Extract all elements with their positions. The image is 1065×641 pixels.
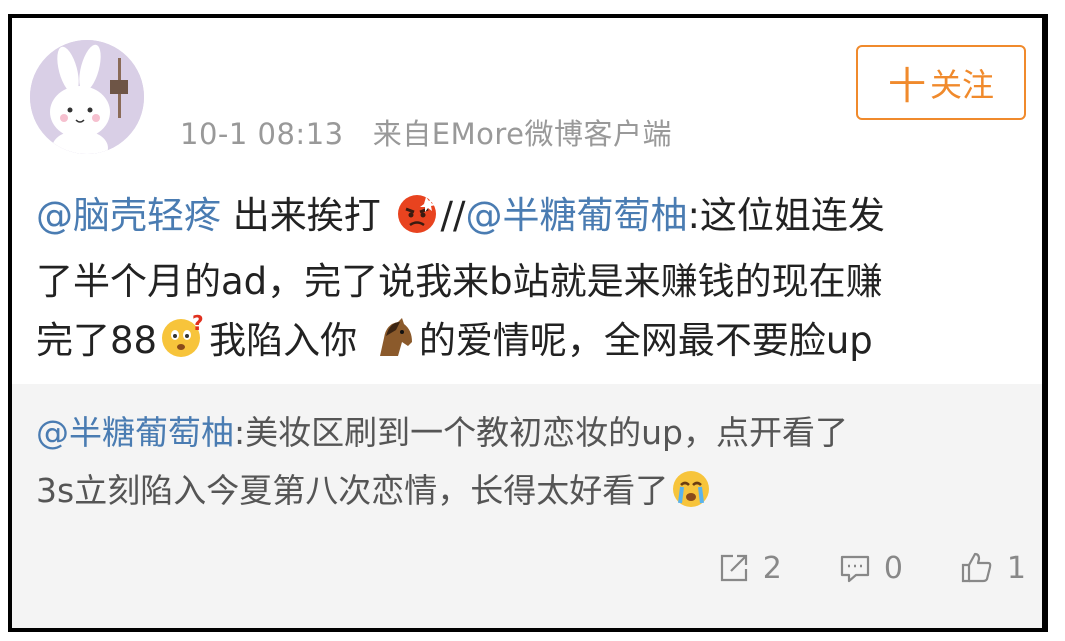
repost-separator: // — [440, 194, 466, 237]
repost-actions: 2 0 1 — [661, 550, 1026, 586]
repost-text-body: 3s立刻陷入今夏第八次恋情，长得太好看了 — [36, 471, 669, 510]
post-meta: 10-1 08:13 来自EMore微博客户端 — [180, 111, 672, 153]
comment-icon — [840, 555, 869, 583]
like-count: 1 — [1006, 550, 1026, 586]
avatar[interactable] — [30, 40, 144, 154]
repost-text: @半糖葡萄柚:美妆区刷到一个教初恋妆的up，点开看了 3s立刻陷入今夏第八次恋情… — [12, 384, 1042, 527]
crying-emoji-icon — [671, 469, 711, 527]
post-line-3: 完了88 ? 我陷入你 的爱情呢，全网最不要脸up — [36, 311, 1018, 377]
share-icon — [720, 554, 747, 582]
client-source: 来自EMore微博客户端 — [372, 117, 672, 151]
post-line-1: @脑壳轻疼 出来挨打 //@半糖葡萄柚:这位姐连发 — [36, 186, 1018, 252]
post-text: 的爱情呢，全网最不要脸up — [418, 319, 873, 362]
post-text: 出来挨打 — [221, 194, 381, 237]
share-button[interactable]: 2 — [717, 551, 782, 586]
confused-emoji-icon: ? — [160, 311, 206, 377]
weibo-post-card: 10-1 08:13 来自EMore微博客户端 十 关注 @脑壳轻疼 出来挨打 — [8, 14, 1048, 632]
thumbs-up-icon — [961, 552, 992, 583]
reposted-content[interactable]: @半糖葡萄柚:美妆区刷到一个教初恋妆的up，点开看了 3s立刻陷入今夏第八次恋情… — [12, 384, 1042, 628]
repost-line-2: 3s立刻陷入今夏第八次恋情，长得太好看了 — [36, 462, 1018, 527]
post-header: 10-1 08:13 来自EMore微博客户端 十 关注 — [12, 18, 1042, 158]
mention-link[interactable]: @半糖葡萄柚 — [36, 413, 234, 452]
like-button[interactable]: 1 — [959, 550, 1026, 586]
comment-count: 0 — [883, 550, 903, 586]
plus-icon: 十 — [887, 64, 926, 108]
comment-button[interactable]: 0 — [838, 551, 903, 586]
mention-link[interactable]: @半糖葡萄柚 — [465, 194, 687, 237]
angry-emoji-icon — [396, 193, 438, 252]
post-line-2: 了半个月的ad，完了说我来b站就是来赚钱的现在赚 — [36, 260, 883, 303]
repost-line-1: @半糖葡萄柚:美妆区刷到一个教初恋妆的up，点开看了 — [36, 404, 1018, 462]
post-text: 完了88 — [36, 319, 158, 362]
post-content: @脑壳轻疼 出来挨打 //@半糖葡萄柚:这位姐连发 了半个月的ad，完了说我来b… — [12, 186, 1042, 366]
mention-link[interactable]: @脑壳轻疼 — [36, 194, 221, 237]
share-count: 2 — [762, 550, 782, 586]
rabbit-avatar-icon — [30, 40, 144, 154]
timestamp: 10-1 08:13 — [180, 117, 344, 151]
post-text: 我陷入你 — [209, 319, 358, 362]
post-text: :这位姐连发 — [687, 194, 885, 237]
follow-label: 关注 — [930, 65, 995, 104]
repost-text-body: :美妆区刷到一个教初恋妆的up，点开看了 — [234, 413, 848, 452]
svg-text:?: ? — [192, 314, 204, 335]
follow-button[interactable]: 十 关注 — [856, 45, 1026, 120]
horse-emoji-icon — [372, 316, 416, 377]
